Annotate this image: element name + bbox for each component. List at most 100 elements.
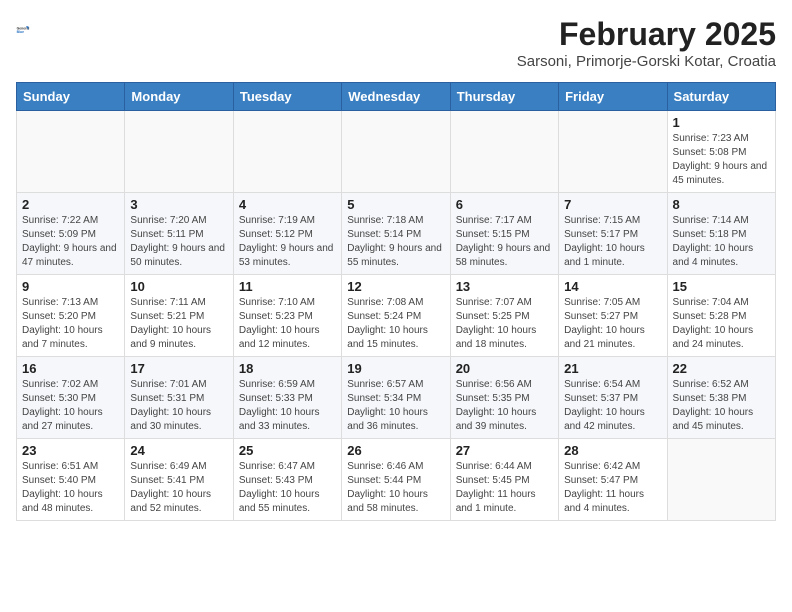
day-detail: Sunrise: 7:14 AM Sunset: 5:18 PM Dayligh… bbox=[673, 214, 770, 270]
calendar-header-thursday: Thursday bbox=[450, 83, 558, 111]
day-number: 18 bbox=[239, 361, 336, 376]
day-number: 28 bbox=[564, 443, 661, 458]
day-detail: Sunrise: 6:44 AM Sunset: 5:45 PM Dayligh… bbox=[456, 460, 553, 516]
calendar-cell: 4Sunrise: 7:19 AM Sunset: 5:12 PM Daylig… bbox=[233, 193, 341, 275]
day-detail: Sunrise: 7:13 AM Sunset: 5:20 PM Dayligh… bbox=[22, 296, 119, 352]
day-detail: Sunrise: 6:49 AM Sunset: 5:41 PM Dayligh… bbox=[130, 460, 227, 516]
day-detail: Sunrise: 7:01 AM Sunset: 5:31 PM Dayligh… bbox=[130, 378, 227, 434]
calendar-cell: 2 Sunrise: 7:22 AM Sunset: 5:09 PM Daylig… bbox=[17, 193, 125, 275]
day-number: 11 bbox=[239, 279, 336, 294]
day-number: 15 bbox=[673, 279, 770, 294]
calendar-week-4: 16 Sunrise: 7:02 AM Sunset: 5:30 PM Dayli… bbox=[17, 357, 776, 439]
day-detail: Sunrise: 7:07 AM Sunset: 5:25 PM Dayligh… bbox=[456, 296, 553, 352]
day-detail: Sunrise: 6:52 AM Sunset: 5:38 PM Dayligh… bbox=[673, 378, 770, 434]
calendar-cell bbox=[450, 111, 558, 193]
day-detail: Sunrise: 7:04 AM Sunset: 5:28 PM Dayligh… bbox=[673, 296, 770, 352]
logo-icon: General Blue bbox=[16, 16, 44, 44]
day-detail: Sunrise: 7:05 AM Sunset: 5:27 PM Dayligh… bbox=[564, 296, 661, 352]
calendar-cell bbox=[342, 111, 450, 193]
calendar-cell bbox=[559, 111, 667, 193]
calendar-cell: 22 Sunrise: 6:52 AM Sunset: 5:38 PM Dayli… bbox=[667, 357, 775, 439]
location-subtitle: Sarsoni, Primorje-Gorski Kotar, Croatia bbox=[517, 53, 776, 70]
calendar-week-2: 2 Sunrise: 7:22 AM Sunset: 5:09 PM Daylig… bbox=[17, 193, 776, 275]
day-number: 5 bbox=[347, 197, 444, 212]
calendar-cell: 28 Sunrise: 6:42 AM Sunset: 5:47 PM Dayli… bbox=[559, 439, 667, 521]
day-detail: Sunrise: 7:20 AM Sunset: 5:11 PM Dayligh… bbox=[130, 214, 227, 270]
calendar-cell: 7 Sunrise: 7:15 AM Sunset: 5:17 PM Daylig… bbox=[559, 193, 667, 275]
calendar-cell: 10 Sunrise: 7:11 AM Sunset: 5:21 PM Dayli… bbox=[125, 275, 233, 357]
day-number: 16 bbox=[22, 361, 119, 376]
calendar-week-3: 9 Sunrise: 7:13 AM Sunset: 5:20 PM Daylig… bbox=[17, 275, 776, 357]
calendar-cell: 20 Sunrise: 6:56 AM Sunset: 5:35 PM Dayli… bbox=[450, 357, 558, 439]
day-number: 2 bbox=[22, 197, 119, 212]
day-number: 6 bbox=[456, 197, 553, 212]
calendar-cell: 8 Sunrise: 7:14 AM Sunset: 5:18 PM Daylig… bbox=[667, 193, 775, 275]
day-number: 7 bbox=[564, 197, 661, 212]
day-number: 10 bbox=[130, 279, 227, 294]
day-number: 9 bbox=[22, 279, 119, 294]
calendar-cell: 17 Sunrise: 7:01 AM Sunset: 5:31 PM Dayli… bbox=[125, 357, 233, 439]
calendar-cell: 19Sunrise: 6:57 AM Sunset: 5:34 PM Dayli… bbox=[342, 357, 450, 439]
calendar-cell bbox=[17, 111, 125, 193]
day-detail: Sunrise: 7:10 AM Sunset: 5:23 PM Dayligh… bbox=[239, 296, 336, 352]
day-detail: Sunrise: 7:18 AM Sunset: 5:14 PM Dayligh… bbox=[347, 214, 444, 270]
calendar-cell: 16 Sunrise: 7:02 AM Sunset: 5:30 PM Dayli… bbox=[17, 357, 125, 439]
calendar-cell: 11 Sunrise: 7:10 AM Sunset: 5:23 PM Dayli… bbox=[233, 275, 341, 357]
day-detail: Sunrise: 7:02 AM Sunset: 5:30 PM Dayligh… bbox=[22, 378, 119, 434]
day-number: 22 bbox=[673, 361, 770, 376]
day-detail: Sunrise: 6:54 AM Sunset: 5:37 PM Dayligh… bbox=[564, 378, 661, 434]
day-detail: Sunrise: 6:46 AM Sunset: 5:44 PM Dayligh… bbox=[347, 460, 444, 516]
day-detail: Sunrise: 6:42 AM Sunset: 5:47 PM Dayligh… bbox=[564, 460, 661, 516]
day-number: 25 bbox=[239, 443, 336, 458]
page-header: General Blue February 2025 Sarsoni, Prim… bbox=[16, 16, 776, 70]
day-detail: Sunrise: 7:15 AM Sunset: 5:17 PM Dayligh… bbox=[564, 214, 661, 270]
calendar-cell: 5 Sunrise: 7:18 AM Sunset: 5:14 PM Daylig… bbox=[342, 193, 450, 275]
calendar-header-saturday: Saturday bbox=[667, 83, 775, 111]
day-detail: Sunrise: 6:56 AM Sunset: 5:35 PM Dayligh… bbox=[456, 378, 553, 434]
day-detail: Sunrise: 7:08 AM Sunset: 5:24 PM Dayligh… bbox=[347, 296, 444, 352]
day-number: 26 bbox=[347, 443, 444, 458]
day-number: 17 bbox=[130, 361, 227, 376]
day-detail: Sunrise: 6:59 AM Sunset: 5:33 PM Dayligh… bbox=[239, 378, 336, 434]
calendar-header-monday: Monday bbox=[125, 83, 233, 111]
calendar-cell: 21 Sunrise: 6:54 AM Sunset: 5:37 PM Dayli… bbox=[559, 357, 667, 439]
day-number: 12 bbox=[347, 279, 444, 294]
day-detail: Sunrise: 7:19 AM Sunset: 5:12 PM Dayligh… bbox=[239, 214, 336, 270]
day-detail: Sunrise: 6:47 AM Sunset: 5:43 PM Dayligh… bbox=[239, 460, 336, 516]
day-detail: Sunrise: 7:17 AM Sunset: 5:15 PM Dayligh… bbox=[456, 214, 553, 270]
calendar-cell: 25 Sunrise: 6:47 AM Sunset: 5:43 PM Dayli… bbox=[233, 439, 341, 521]
calendar-cell: 23 Sunrise: 6:51 AM Sunset: 5:40 PM Dayli… bbox=[17, 439, 125, 521]
calendar-cell: 15 Sunrise: 7:04 AM Sunset: 5:28 PM Dayli… bbox=[667, 275, 775, 357]
day-number: 19 bbox=[347, 361, 444, 376]
day-number: 20 bbox=[456, 361, 553, 376]
calendar-cell: 12 Sunrise: 7:08 AM Sunset: 5:24 PM Dayli… bbox=[342, 275, 450, 357]
title-block: February 2025 Sarsoni, Primorje-Gorski K… bbox=[517, 16, 776, 70]
calendar-header-row: SundayMondayTuesdayWednesdayThursdayFrid… bbox=[17, 83, 776, 111]
day-number: 21 bbox=[564, 361, 661, 376]
calendar-cell: 14 Sunrise: 7:05 AM Sunset: 5:27 PM Dayli… bbox=[559, 275, 667, 357]
calendar-cell: 9 Sunrise: 7:13 AM Sunset: 5:20 PM Daylig… bbox=[17, 275, 125, 357]
calendar-cell bbox=[667, 439, 775, 521]
calendar-cell: 18 Sunrise: 6:59 AM Sunset: 5:33 PM Dayli… bbox=[233, 357, 341, 439]
day-detail: Sunrise: 7:23 AM Sunset: 5:08 PM Dayligh… bbox=[673, 132, 770, 188]
calendar-week-1: 1Sunrise: 7:23 AM Sunset: 5:08 PM Daylig… bbox=[17, 111, 776, 193]
day-number: 24 bbox=[130, 443, 227, 458]
day-detail: Sunrise: 7:22 AM Sunset: 5:09 PM Dayligh… bbox=[22, 214, 119, 270]
day-detail: Sunrise: 6:51 AM Sunset: 5:40 PM Dayligh… bbox=[22, 460, 119, 516]
month-year-title: February 2025 bbox=[517, 16, 776, 53]
day-number: 3 bbox=[130, 197, 227, 212]
svg-text:Blue: Blue bbox=[17, 30, 24, 34]
day-number: 23 bbox=[22, 443, 119, 458]
day-number: 14 bbox=[564, 279, 661, 294]
calendar-header-friday: Friday bbox=[559, 83, 667, 111]
logo: General Blue bbox=[16, 16, 48, 44]
calendar-header-tuesday: Tuesday bbox=[233, 83, 341, 111]
calendar-cell: 6 Sunrise: 7:17 AM Sunset: 5:15 PM Daylig… bbox=[450, 193, 558, 275]
day-number: 8 bbox=[673, 197, 770, 212]
calendar-cell: 27Sunrise: 6:44 AM Sunset: 5:45 PM Dayli… bbox=[450, 439, 558, 521]
day-detail: Sunrise: 7:11 AM Sunset: 5:21 PM Dayligh… bbox=[130, 296, 227, 352]
calendar-cell: 1Sunrise: 7:23 AM Sunset: 5:08 PM Daylig… bbox=[667, 111, 775, 193]
calendar-header-wednesday: Wednesday bbox=[342, 83, 450, 111]
calendar-cell: 24 Sunrise: 6:49 AM Sunset: 5:41 PM Dayli… bbox=[125, 439, 233, 521]
day-number: 13 bbox=[456, 279, 553, 294]
